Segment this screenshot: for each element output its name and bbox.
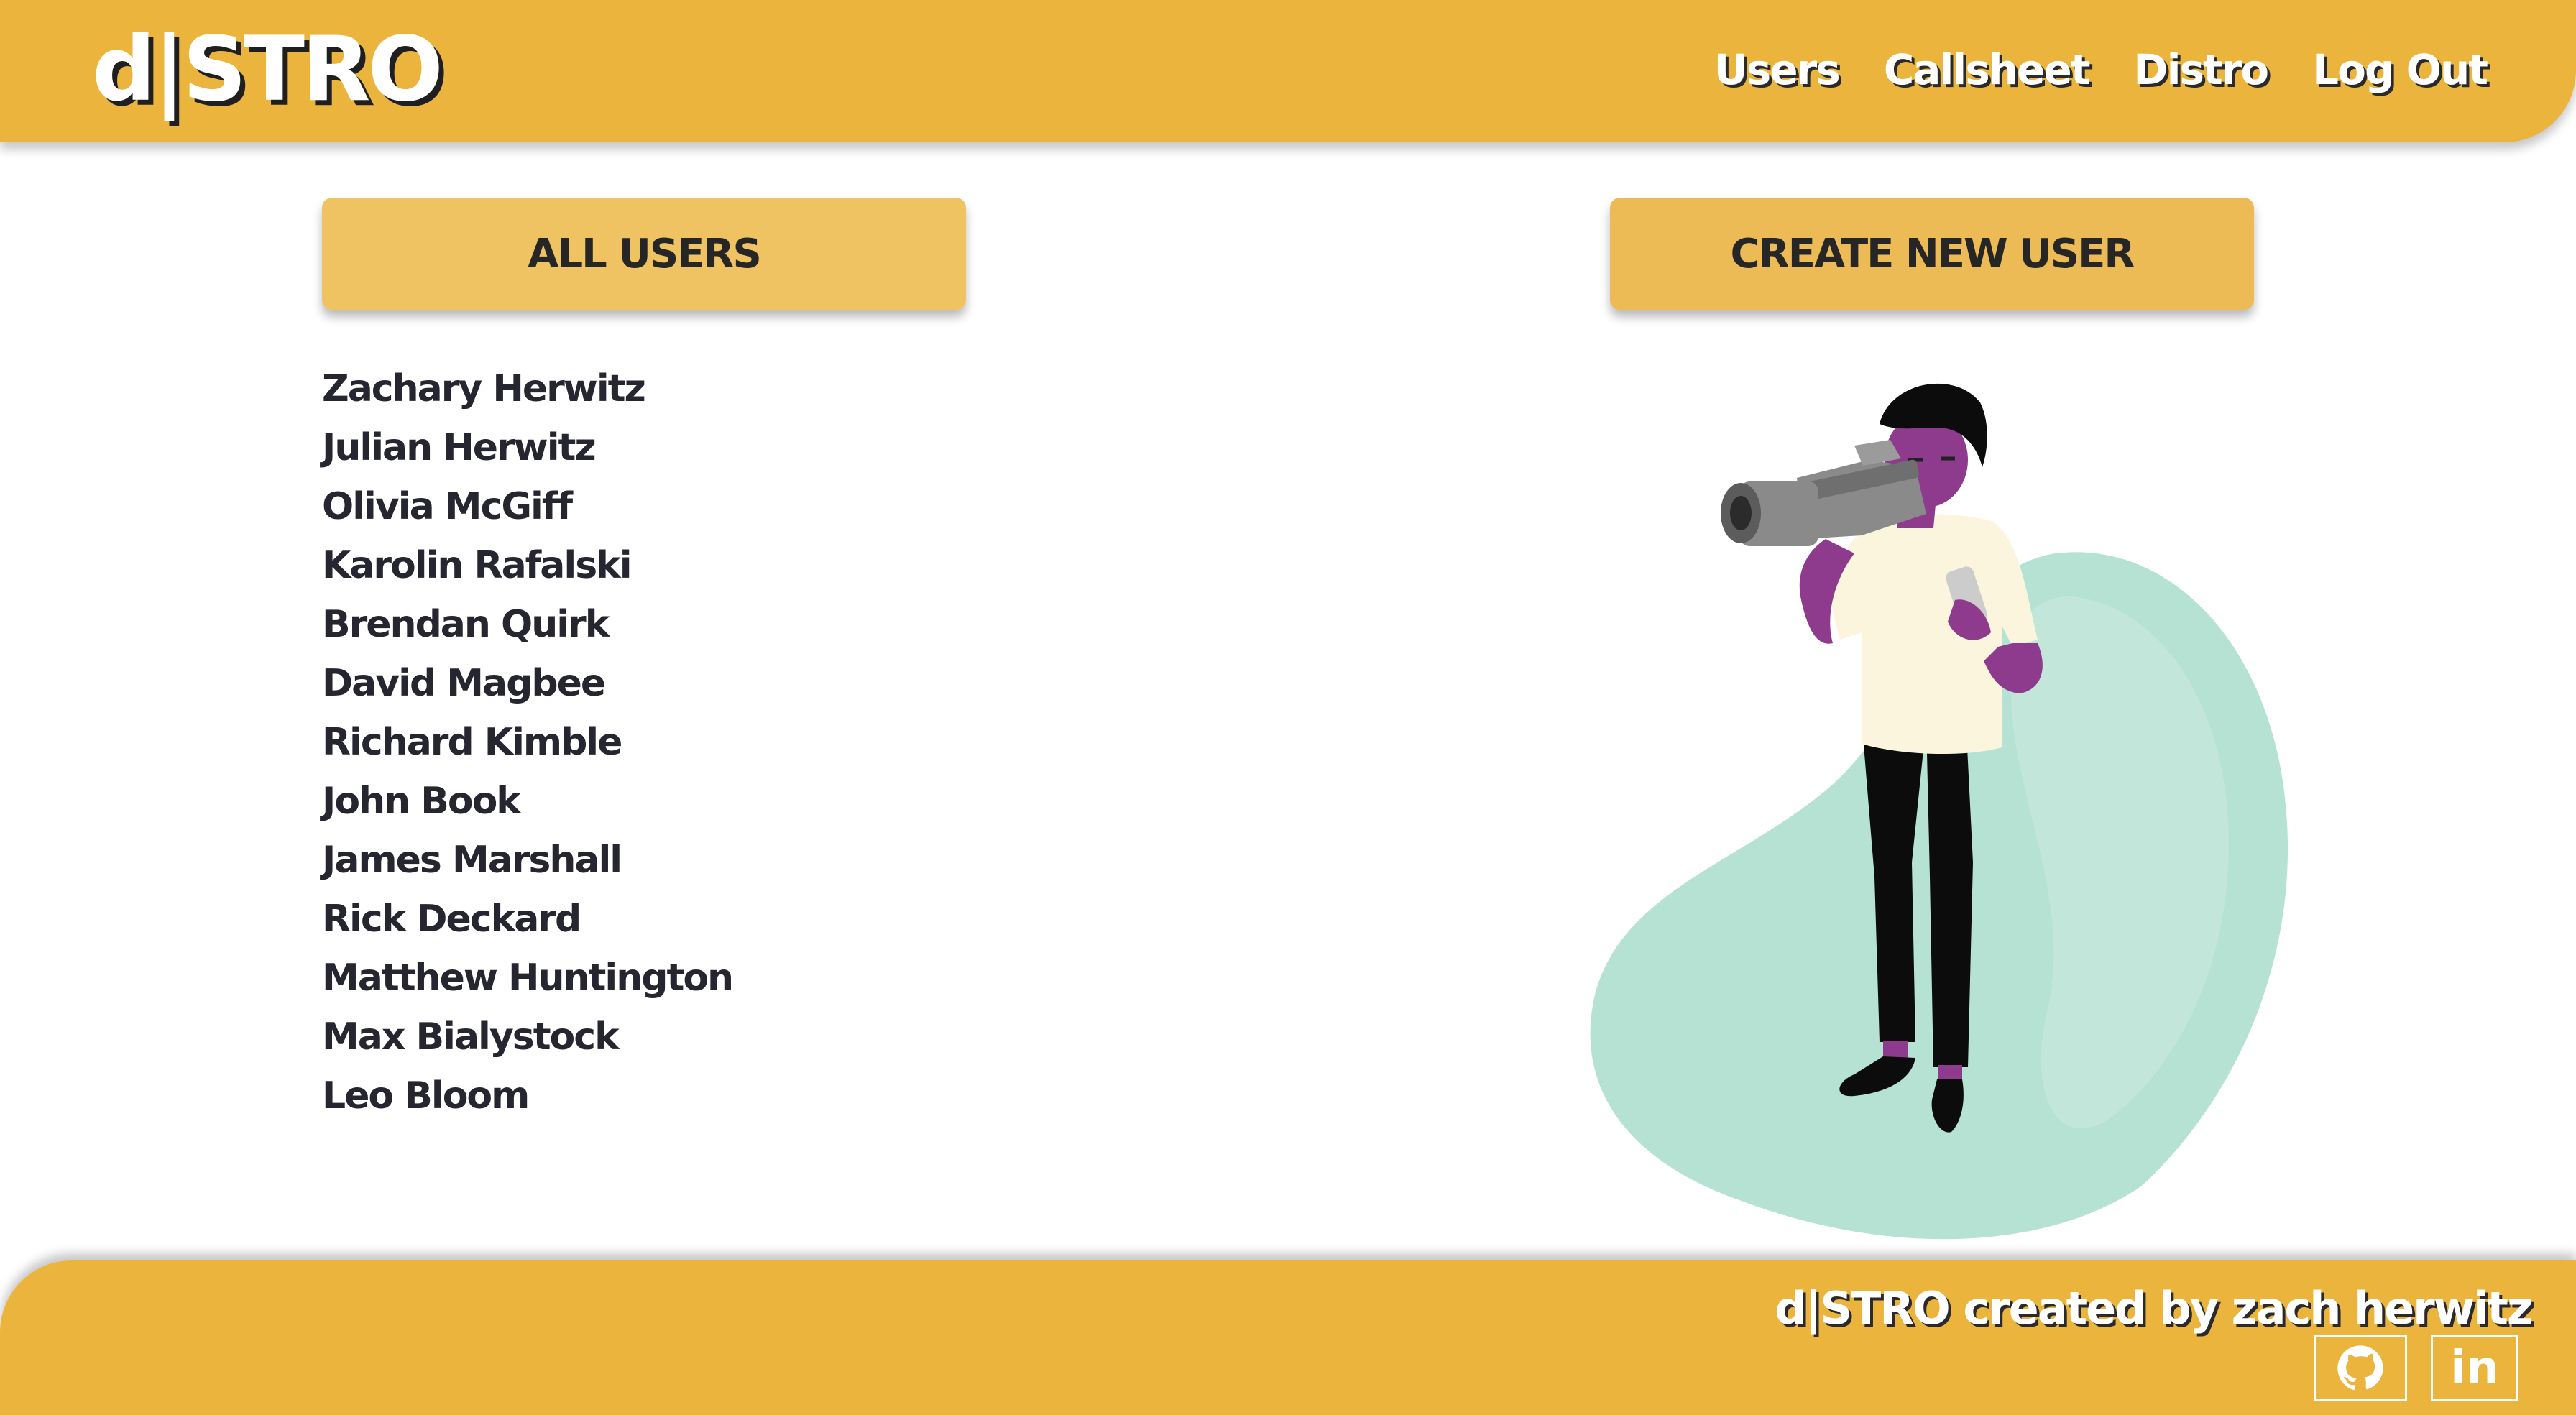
user-list-item[interactable]: Richard Kimble — [322, 713, 732, 772]
user-list-item[interactable]: Matthew Huntington — [322, 949, 734, 1008]
app-logo[interactable]: d|STRO — [92, 16, 443, 124]
footer: d|STRO created by zach herwitz in — [0, 1260, 2576, 1415]
user-list-item[interactable]: Rick Deckard — [322, 890, 732, 949]
right-leg — [1926, 719, 1973, 1067]
user-list-item[interactable]: Max Bialystock — [322, 1008, 732, 1066]
nav-link-logout[interactable]: Log Out — [2312, 37, 2488, 102]
main-nav: Users Callsheet Distro Log Out — [1714, 37, 2488, 102]
user-list-item[interactable]: Zachary Herwitz — [322, 359, 732, 418]
user-list: Zachary Herwitz Julian Herwitz Olivia Mc… — [322, 359, 734, 1125]
linkedin-link[interactable]: in — [2431, 1335, 2518, 1401]
user-list-item[interactable]: James Marshall — [322, 831, 732, 890]
nav-link-distro[interactable]: Distro — [2133, 37, 2269, 102]
user-list-item[interactable]: John Book — [322, 772, 732, 831]
user-list-item[interactable]: Karolin Rafalski — [322, 536, 732, 595]
top-navbar: d|STRO Users Callsheet Distro Log Out — [0, 0, 2576, 142]
nav-link-users[interactable]: Users — [1714, 37, 1841, 102]
footer-credit: d|STRO created by zach herwitz — [1775, 1282, 2533, 1335]
github-icon — [2337, 1345, 2383, 1391]
user-list-item[interactable]: David Magbee — [322, 654, 732, 713]
user-list-item[interactable]: Julian Herwitz — [322, 418, 732, 477]
nav-link-callsheet[interactable]: Callsheet — [1884, 37, 2091, 102]
user-list-item[interactable]: Leo Bloom — [322, 1066, 732, 1125]
user-list-item[interactable]: Brendan Quirk — [322, 595, 732, 654]
create-new-user-button[interactable]: CREATE NEW USER — [1610, 198, 2254, 310]
all-users-button[interactable]: ALL USERS — [322, 198, 966, 310]
linkedin-icon: in — [2450, 1342, 2499, 1395]
camera-operator-illustration — [1590, 383, 2288, 1240]
user-list-item[interactable]: Olivia McGiff — [322, 477, 732, 536]
github-link[interactable] — [2314, 1335, 2407, 1401]
